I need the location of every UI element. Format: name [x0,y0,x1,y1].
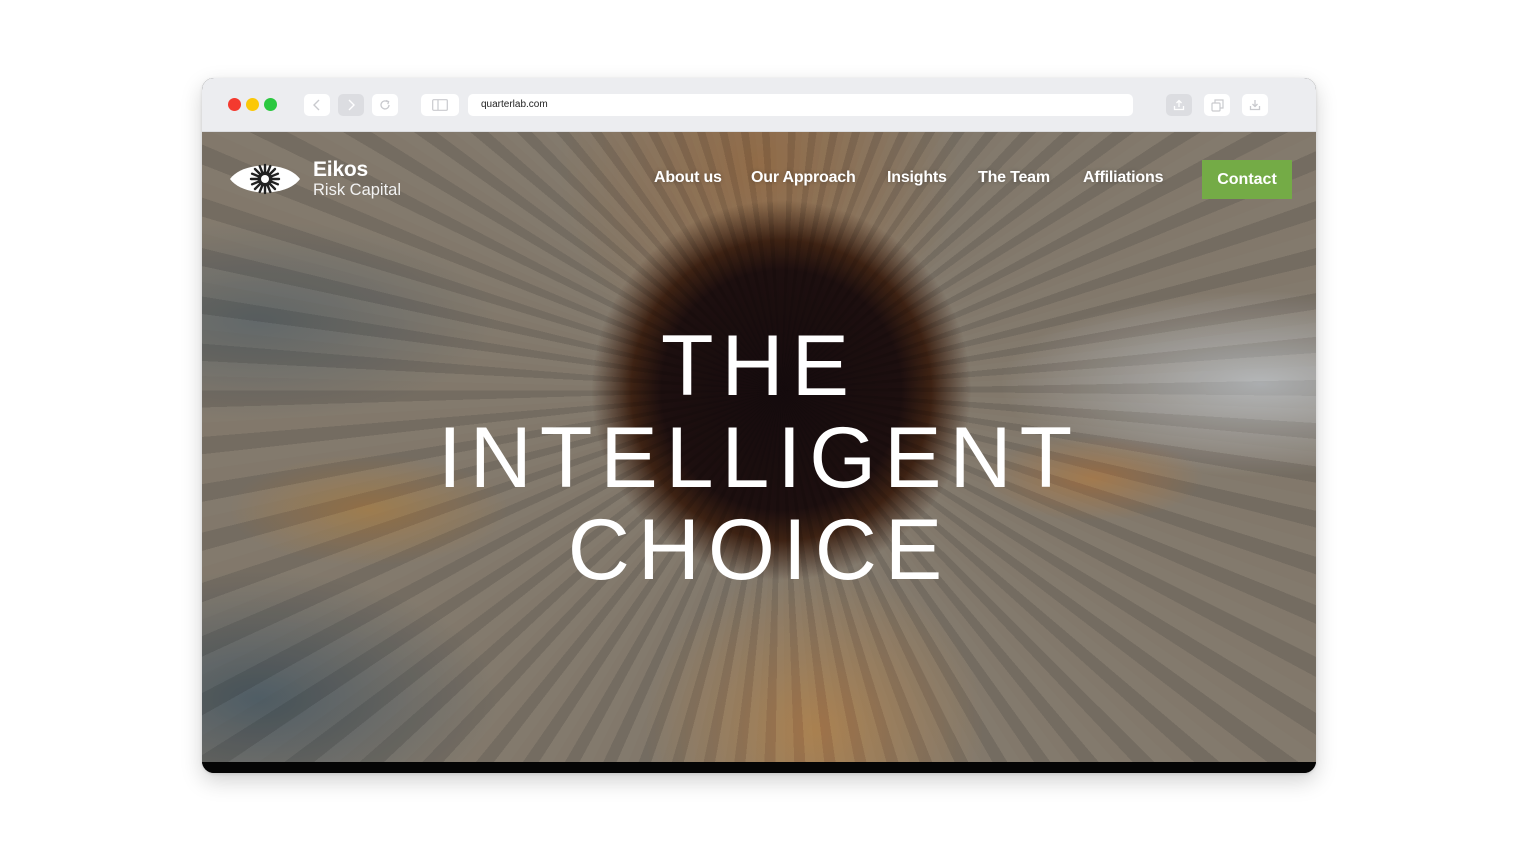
nav-insights[interactable]: Insights [887,169,947,187]
nav-affiliations[interactable]: Affiliations [1083,169,1163,187]
page-viewport: Eikos Risk Capital About us Our Approach… [202,132,1316,762]
download-icon [1249,100,1261,111]
reload-button[interactable] [372,94,398,116]
sidebar-toggle-button[interactable] [421,94,459,116]
forward-button[interactable] [338,94,364,116]
brand-subtitle: Risk Capital [313,181,402,200]
close-window-button[interactable] [228,98,241,111]
browser-toolbar: quarterlab.com [202,78,1316,132]
hero-line-3: CHOICE [567,502,951,598]
download-button[interactable] [1242,94,1268,116]
chevron-left-icon [313,99,320,111]
sidebar-icon [432,99,448,111]
contact-button[interactable]: Contact [1202,160,1292,199]
tabs-overview-icon [1210,98,1224,112]
browser-window: quarterlab.com Eikos Risk Capital About … [202,78,1316,773]
address-bar[interactable]: quarterlab.com [468,94,1133,116]
logo-text: Eikos Risk Capital [313,159,401,199]
share-icon [1173,99,1185,111]
hero-line-1: THE [661,318,857,414]
chevron-right-icon [348,99,355,111]
nav-our-approach[interactable]: Our Approach [751,169,856,187]
tabs-overview-button[interactable] [1204,94,1230,116]
zoom-window-button[interactable] [264,98,277,111]
back-button[interactable] [304,94,330,116]
brand-name: Eikos [313,158,369,182]
site-logo[interactable]: Eikos Risk Capital [229,158,401,200]
nav-about-us[interactable]: About us [654,169,722,187]
reload-icon [380,99,390,110]
share-button[interactable] [1166,94,1192,116]
hero-line-2: INTELLIGENT [437,410,1081,506]
nav-the-team[interactable]: The Team [978,169,1050,187]
window-bottom-edge [202,762,1316,773]
hero-headline: THE INTELLIGENT CHOICE [202,320,1316,596]
minimize-window-button[interactable] [246,98,259,111]
eye-icon [230,163,300,195]
